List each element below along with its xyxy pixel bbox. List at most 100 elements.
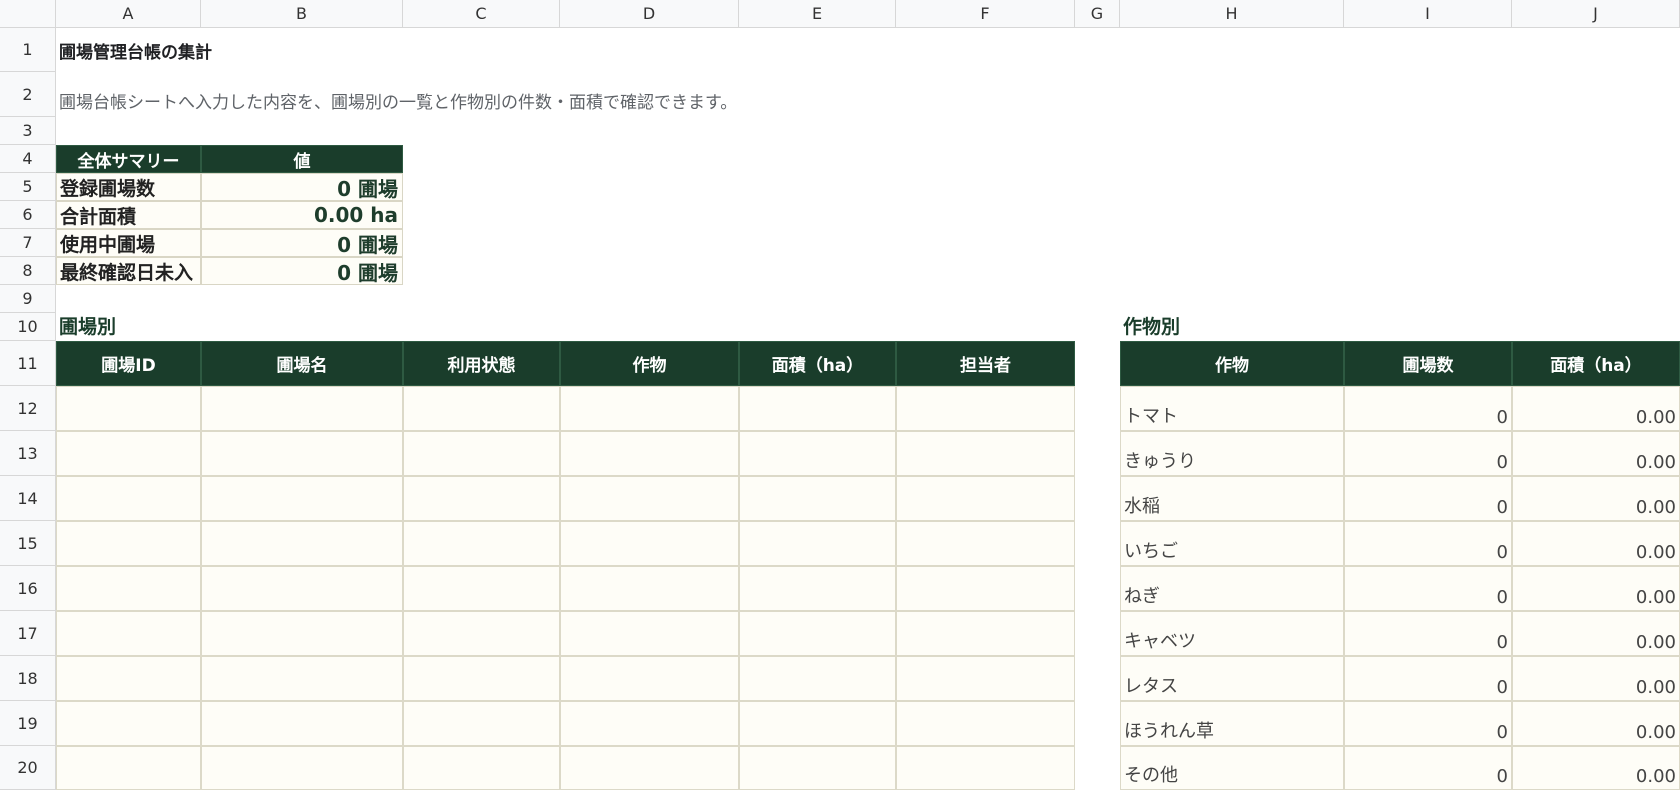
field-table-cell[interactable] [739, 746, 896, 790]
crop-count-cell[interactable]: 0 [1344, 701, 1512, 746]
row-header-16[interactable]: 16 [0, 566, 56, 611]
crop-count-cell[interactable]: 0 [1344, 656, 1512, 701]
row-header-1[interactable]: 1 [0, 28, 56, 72]
summary-value[interactable]: 0 圃場 [201, 229, 403, 257]
row-header-14[interactable]: 14 [0, 476, 56, 521]
field-table-header[interactable]: 面積（ha） [739, 341, 896, 386]
crop-name-cell[interactable]: トマト [1120, 386, 1344, 431]
sheet-subtitle[interactable]: 圃場台帳シートへ入力した内容を、圃場別の一覧と作物別の件数・面積で確認できます。 [56, 72, 1056, 117]
summary-label[interactable]: 最終確認日未入 [56, 257, 201, 285]
field-table-cell[interactable] [896, 431, 1075, 476]
row-header-17[interactable]: 17 [0, 611, 56, 656]
crop-count-cell[interactable]: 0 [1344, 431, 1512, 476]
crop-area-cell[interactable]: 0.00 [1512, 386, 1680, 431]
row-header-9[interactable]: 9 [0, 285, 56, 313]
summary-value[interactable]: 0.00 ha [201, 201, 403, 229]
field-table-cell[interactable] [201, 566, 403, 611]
row-header-5[interactable]: 5 [0, 173, 56, 201]
field-table-cell[interactable] [560, 566, 739, 611]
crop-count-cell[interactable]: 0 [1344, 386, 1512, 431]
field-table-cell[interactable] [896, 611, 1075, 656]
column-header-a[interactable]: A [56, 0, 201, 28]
row-header-6[interactable]: 6 [0, 201, 56, 229]
field-table-cell[interactable] [201, 746, 403, 790]
field-table-cell[interactable] [201, 431, 403, 476]
summary-value[interactable]: 0 圃場 [201, 257, 403, 285]
field-table-cell[interactable] [896, 476, 1075, 521]
row-header-15[interactable]: 15 [0, 521, 56, 566]
crop-area-cell[interactable]: 0.00 [1512, 431, 1680, 476]
field-table-cell[interactable] [896, 386, 1075, 431]
field-table-cell[interactable] [201, 611, 403, 656]
row-header-11[interactable]: 11 [0, 341, 56, 386]
select-all-corner[interactable] [0, 0, 56, 28]
row-header-12[interactable]: 12 [0, 386, 56, 431]
field-section-title[interactable]: 圃場別 [56, 313, 560, 341]
field-table-cell[interactable] [560, 521, 739, 566]
field-table-cell[interactable] [56, 701, 201, 746]
field-table-cell[interactable] [201, 476, 403, 521]
row-header-8[interactable]: 8 [0, 257, 56, 285]
column-header-c[interactable]: C [403, 0, 560, 28]
crop-area-cell[interactable]: 0.00 [1512, 566, 1680, 611]
row-header-7[interactable]: 7 [0, 229, 56, 257]
field-table-cell[interactable] [56, 746, 201, 790]
field-table-header[interactable]: 担当者 [896, 341, 1075, 386]
field-table-cell[interactable] [201, 521, 403, 566]
field-table-cell[interactable] [560, 656, 739, 701]
crop-area-cell[interactable]: 0.00 [1512, 476, 1680, 521]
summary-header-value[interactable]: 値 [201, 145, 403, 173]
crop-table-header[interactable]: 作物 [1120, 341, 1344, 386]
field-table-cell[interactable] [56, 386, 201, 431]
field-table-cell[interactable] [403, 611, 560, 656]
field-table-header[interactable]: 圃場ID [56, 341, 201, 386]
crop-count-cell[interactable]: 0 [1344, 521, 1512, 566]
sheet-title[interactable]: 圃場管理台帳の集計 [56, 28, 756, 72]
row-header-10[interactable]: 10 [0, 313, 56, 341]
row-header-2[interactable]: 2 [0, 72, 56, 117]
field-table-cell[interactable] [403, 431, 560, 476]
crop-count-cell[interactable]: 0 [1344, 566, 1512, 611]
field-table-cell[interactable] [56, 521, 201, 566]
field-table-cell[interactable] [56, 656, 201, 701]
crop-table-header[interactable]: 圃場数 [1344, 341, 1512, 386]
crop-count-cell[interactable]: 0 [1344, 476, 1512, 521]
row-header-19[interactable]: 19 [0, 701, 56, 746]
crop-name-cell[interactable]: ほうれん草 [1120, 701, 1344, 746]
crop-area-cell[interactable]: 0.00 [1512, 611, 1680, 656]
crop-name-cell[interactable]: ねぎ [1120, 566, 1344, 611]
row-header-20[interactable]: 20 [0, 746, 56, 790]
field-table-cell[interactable] [896, 566, 1075, 611]
field-table-header[interactable]: 利用状態 [403, 341, 560, 386]
field-table-cell[interactable] [403, 656, 560, 701]
crop-area-cell[interactable]: 0.00 [1512, 701, 1680, 746]
summary-value[interactable]: 0 圃場 [201, 173, 403, 201]
field-table-cell[interactable] [739, 476, 896, 521]
field-table-cell[interactable] [560, 386, 739, 431]
crop-section-title[interactable]: 作物別 [1120, 313, 1344, 341]
column-header-h[interactable]: H [1120, 0, 1344, 28]
field-table-cell[interactable] [201, 701, 403, 746]
column-header-f[interactable]: F [896, 0, 1075, 28]
field-table-cell[interactable] [896, 656, 1075, 701]
crop-name-cell[interactable]: その他 [1120, 746, 1344, 790]
crop-count-cell[interactable]: 0 [1344, 746, 1512, 790]
column-header-j[interactable]: J [1512, 0, 1680, 28]
crop-name-cell[interactable]: 水稲 [1120, 476, 1344, 521]
field-table-cell[interactable] [560, 476, 739, 521]
crop-table-header[interactable]: 面積（ha） [1512, 341, 1680, 386]
field-table-cell[interactable] [739, 656, 896, 701]
field-table-cell[interactable] [739, 701, 896, 746]
summary-header-label[interactable]: 全体サマリー [56, 145, 201, 173]
field-table-cell[interactable] [403, 701, 560, 746]
field-table-cell[interactable] [403, 476, 560, 521]
field-table-cell[interactable] [56, 431, 201, 476]
row-header-3[interactable]: 3 [0, 117, 56, 145]
field-table-cell[interactable] [403, 566, 560, 611]
row-header-13[interactable]: 13 [0, 431, 56, 476]
summary-label[interactable]: 合計面積 [56, 201, 201, 229]
field-table-cell[interactable] [201, 656, 403, 701]
summary-label[interactable]: 登録圃場数 [56, 173, 201, 201]
field-table-cell[interactable] [896, 701, 1075, 746]
field-table-cell[interactable] [896, 746, 1075, 790]
